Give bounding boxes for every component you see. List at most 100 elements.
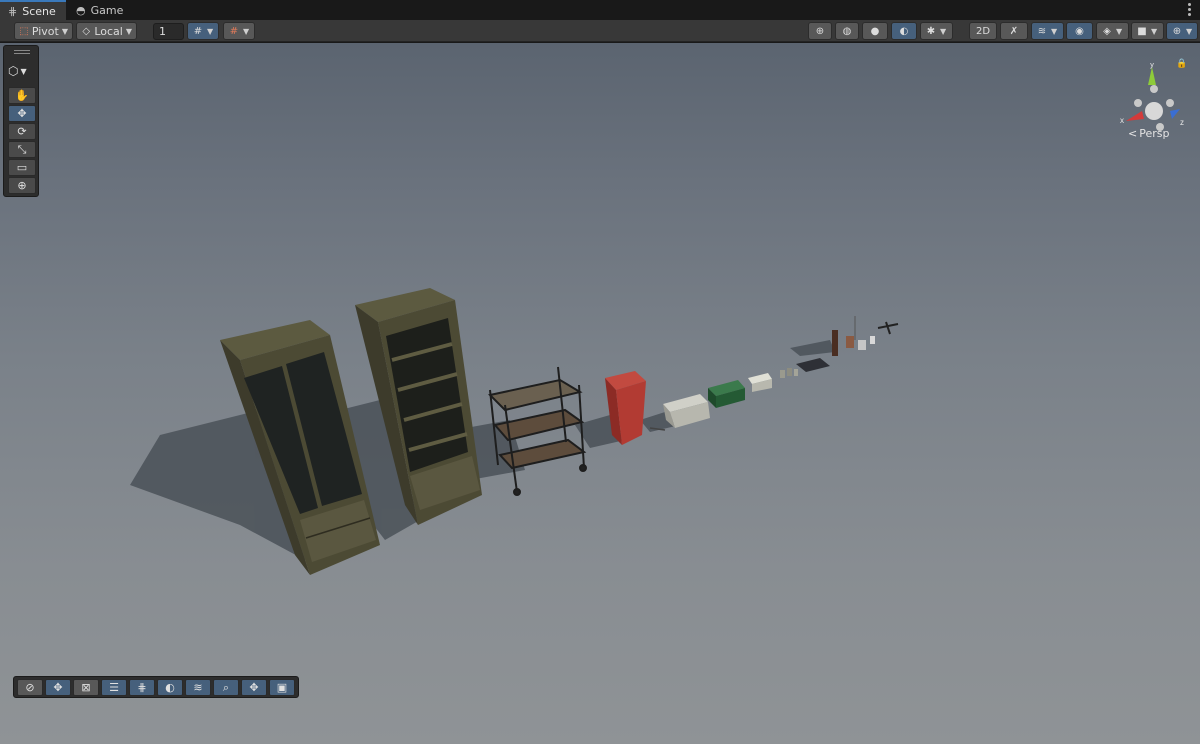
- gizmo-icon: ⊕: [1172, 25, 1182, 37]
- chevron-left-icon: <: [1128, 127, 1138, 140]
- snap-increment-icon: #: [229, 25, 239, 37]
- z-axis-cone[interactable]: [1170, 109, 1180, 119]
- chevron-down-icon: ▼: [125, 26, 132, 36]
- move-tool-button[interactable]: ✥: [8, 105, 36, 122]
- moon-icon: ◐: [899, 25, 909, 37]
- transform-tool-button[interactable]: ⊕: [8, 177, 36, 194]
- chevron-down-icon: ▼: [1051, 26, 1058, 36]
- scale-icon: ⤡: [17, 142, 27, 156]
- grid-icon: ⋕: [8, 4, 18, 18]
- align-button[interactable]: ☰: [101, 679, 127, 696]
- chevron-down-icon: ▼: [20, 66, 27, 76]
- overlay-toolbar: ⊘ ✥ ⊠ ☰ ⋕ ◐ ≋ ⌕ ✥ ▣: [13, 676, 299, 698]
- shaded-wireframe-button[interactable]: ◍: [835, 22, 859, 40]
- chevron-down-icon: ▼: [243, 26, 250, 36]
- align-icon: ☰: [109, 681, 119, 694]
- rotate-tool-button[interactable]: ⟳: [8, 123, 36, 140]
- effects-dropdown[interactable]: ≋ ▼: [1031, 22, 1064, 40]
- pivot-label: Pivot: [31, 24, 59, 38]
- constraint-button[interactable]: ⊠: [73, 679, 99, 696]
- search-icon: ⌕: [222, 680, 230, 694]
- metal-cart[interactable]: [487, 366, 587, 496]
- shaded-button[interactable]: ●: [862, 22, 888, 40]
- debug-draw-dropdown[interactable]: ✱ ▼: [920, 22, 953, 40]
- sphere-icon: ●: [870, 25, 880, 37]
- view-tool-button[interactable]: ✋: [8, 87, 36, 104]
- gizmos-dropdown[interactable]: ⊕ ▼: [1166, 22, 1198, 40]
- moon-icon: ◐: [165, 681, 175, 694]
- tab-game-label: Game: [90, 3, 124, 17]
- tab-game[interactable]: ◓ Game: [68, 0, 128, 20]
- orientation-gizmo[interactable]: y x z: [1110, 63, 1198, 163]
- pan-button[interactable]: ✥: [241, 679, 267, 696]
- green-case[interactable]: [708, 380, 745, 408]
- lighting-toggle[interactable]: ◐: [891, 22, 917, 40]
- camera-icon: ■: [1137, 25, 1147, 37]
- z-axis-label: z: [1180, 118, 1184, 127]
- y-axis-cone[interactable]: [1148, 67, 1156, 85]
- rect-tool-button[interactable]: ▭: [8, 159, 36, 176]
- projection-label: Persp: [1139, 127, 1170, 140]
- x-axis-cone[interactable]: [1126, 111, 1144, 121]
- global-view-button[interactable]: ⊕: [808, 22, 832, 40]
- audio-toggle[interactable]: ✗: [1000, 22, 1028, 40]
- camera-dropdown[interactable]: ■ ▼: [1131, 22, 1164, 40]
- rect-icon: ▭: [16, 161, 28, 174]
- camera-preview-button[interactable]: ▣: [269, 679, 295, 696]
- layers-icon: ≋: [193, 681, 203, 694]
- grid-button[interactable]: ⋕: [129, 679, 155, 696]
- scene-render: [130, 288, 899, 575]
- local-dropdown[interactable]: ◇ Local ▼: [76, 22, 137, 40]
- gamepad-icon: ◓: [76, 3, 86, 17]
- audio-mute-icon: ✗: [1009, 25, 1019, 37]
- layers-dropdown[interactable]: ◈ ▼: [1096, 22, 1129, 40]
- gizmo-center[interactable]: [1145, 102, 1163, 120]
- chevron-down-icon: ▼: [61, 26, 68, 36]
- layers-icon: ◈: [1103, 25, 1111, 37]
- drag-handle-icon[interactable]: [14, 50, 30, 54]
- scale-tool-button[interactable]: ⤡: [8, 141, 36, 158]
- move-icon: ✥: [53, 681, 63, 694]
- globe-icon: ⊕: [815, 25, 825, 37]
- layers-button[interactable]: ≋: [185, 679, 211, 696]
- pan-icon: ✥: [249, 681, 259, 694]
- more-options-icon[interactable]: [1188, 3, 1192, 16]
- 2d-toggle[interactable]: 2D: [969, 22, 997, 40]
- constraint-icon: ⊠: [81, 681, 91, 694]
- 2d-icon: 2D: [975, 25, 991, 37]
- chevron-down-icon: ▼: [940, 26, 947, 36]
- move-snap-button[interactable]: ✥: [45, 679, 71, 696]
- tool-mode-dropdown[interactable]: ⬡ ▼: [8, 62, 36, 80]
- lock-icon[interactable]: 🔒: [1176, 59, 1187, 69]
- snap-increment-dropdown[interactable]: # ▼: [223, 22, 255, 40]
- bug-icon: ✱: [926, 25, 936, 37]
- cube-icon: ⬡: [8, 64, 19, 78]
- transform-icon: ⊕: [17, 179, 27, 192]
- projection-toggle[interactable]: < Persp: [1128, 127, 1169, 140]
- white-box[interactable]: [748, 373, 772, 392]
- x-axis-label: x: [1120, 116, 1124, 125]
- grid-snap-dropdown[interactable]: # ▼: [187, 22, 219, 40]
- pivot-dropdown[interactable]: ⬚ Pivot ▼: [14, 22, 73, 40]
- search-button[interactable]: ⌕: [213, 679, 239, 696]
- chevron-down-icon: ▼: [1186, 26, 1193, 36]
- effects-icon: ≋: [1037, 25, 1047, 37]
- chevron-down-icon: ▼: [1151, 26, 1158, 36]
- rotate-icon: ⟳: [17, 125, 27, 138]
- tool-palette: ⬡ ▼ ✋ ✥ ⟳ ⤡ ▭ ⊕: [3, 45, 39, 197]
- tab-scene[interactable]: ⋕ Scene: [0, 0, 66, 20]
- compass-button[interactable]: ⊘: [17, 679, 43, 696]
- camera-icon: ▣: [276, 681, 288, 694]
- scene-viewport[interactable]: ⬡ ▼ ✋ ✥ ⟳ ⤡ ▭ ⊕ y x z 🔒 < Persp ⊘ ✥ ⊠ ☰ …: [0, 43, 1200, 744]
- tab-bar: ⋕ Scene ◓ Game: [0, 0, 1200, 20]
- grid-icon: ⋕: [137, 681, 147, 694]
- move-icon: ✥: [17, 107, 27, 120]
- chevron-down-icon: ▼: [207, 26, 214, 36]
- scene-visibility-toggle[interactable]: ◉: [1066, 22, 1093, 40]
- compass-icon: ⊘: [25, 681, 35, 694]
- cube-icon: ◇: [82, 25, 91, 37]
- grid-size-field[interactable]: 1: [153, 23, 184, 40]
- scene-toolbar: ⬚ Pivot ▼ ◇ Local ▼ 1 # ▼ # ▼ ⊕ ◍ ● ◐ ✱ …: [0, 20, 1200, 42]
- tab-scene-label: Scene: [22, 4, 56, 18]
- lighting-button[interactable]: ◐: [157, 679, 183, 696]
